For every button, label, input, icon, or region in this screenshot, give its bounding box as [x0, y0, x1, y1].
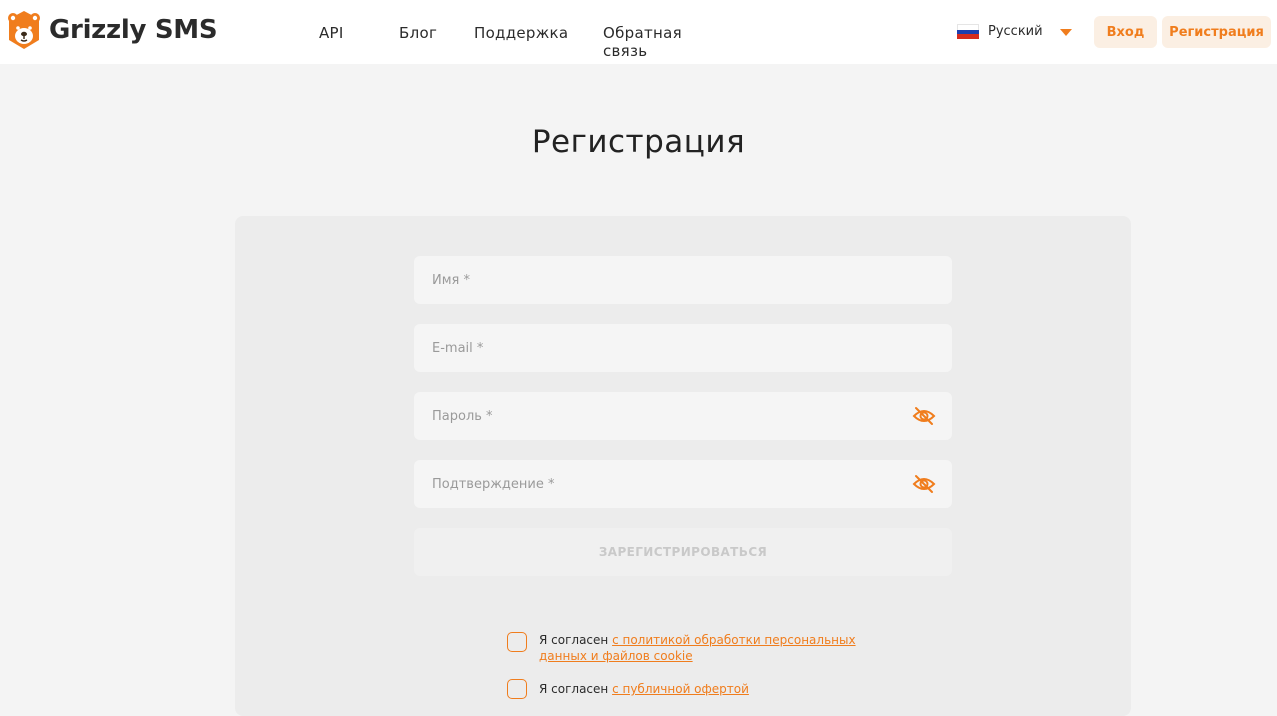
name-field-wrapper [414, 256, 952, 304]
register-button[interactable]: Регистрация [1162, 16, 1271, 48]
public-offer-link[interactable]: с публичной офертой [612, 682, 749, 696]
nav-support[interactable]: Поддержка [474, 24, 568, 42]
name-field[interactable] [414, 256, 952, 304]
confirm-field-wrapper [414, 460, 952, 508]
page-title: Регистрация [531, 124, 746, 160]
email-field[interactable] [414, 324, 952, 372]
language-label: Русский [988, 24, 1043, 39]
russia-flag-icon [957, 24, 979, 40]
submit-button[interactable]: ЗАРЕГИСТРИРОВАТЬСЯ [414, 528, 952, 576]
agreement-prefix: Я согласен [539, 633, 613, 647]
confirm-password-field[interactable] [414, 460, 952, 508]
privacy-agreement: Я согласен с политикой обработки персона… [507, 632, 859, 664]
logo-text: Grizzly SMS [49, 15, 218, 45]
login-button[interactable]: Вход [1094, 16, 1157, 48]
eye-off-icon[interactable] [912, 406, 936, 426]
offer-agreement-text: Я согласен с публичной офертой [539, 679, 859, 697]
header: Grizzly SMS API Блог Поддержка Обратная … [0, 0, 1277, 64]
email-field-wrapper [414, 324, 952, 372]
password-field-wrapper [414, 392, 952, 440]
eye-off-icon[interactable] [912, 474, 936, 494]
privacy-checkbox[interactable] [507, 632, 527, 652]
password-field[interactable] [414, 392, 952, 440]
offer-agreement: Я согласен с публичной офертой [507, 679, 859, 699]
nav-blog[interactable]: Блог [399, 24, 437, 42]
language-selector[interactable]: Русский [957, 24, 1072, 40]
caret-down-icon[interactable] [1060, 29, 1072, 36]
logo[interactable]: Grizzly SMS [6, 9, 218, 51]
nav-feedback[interactable]: Обратная связь [603, 24, 682, 60]
nav-api[interactable]: API [319, 24, 344, 42]
privacy-agreement-text: Я согласен с политикой обработки персона… [539, 632, 859, 664]
offer-checkbox[interactable] [507, 679, 527, 699]
bear-logo-icon [8, 11, 40, 49]
agreement-prefix: Я согласен [539, 682, 613, 696]
registration-card: ЗАРЕГИСТРИРОВАТЬСЯ Я согласен с политико… [235, 216, 1131, 716]
